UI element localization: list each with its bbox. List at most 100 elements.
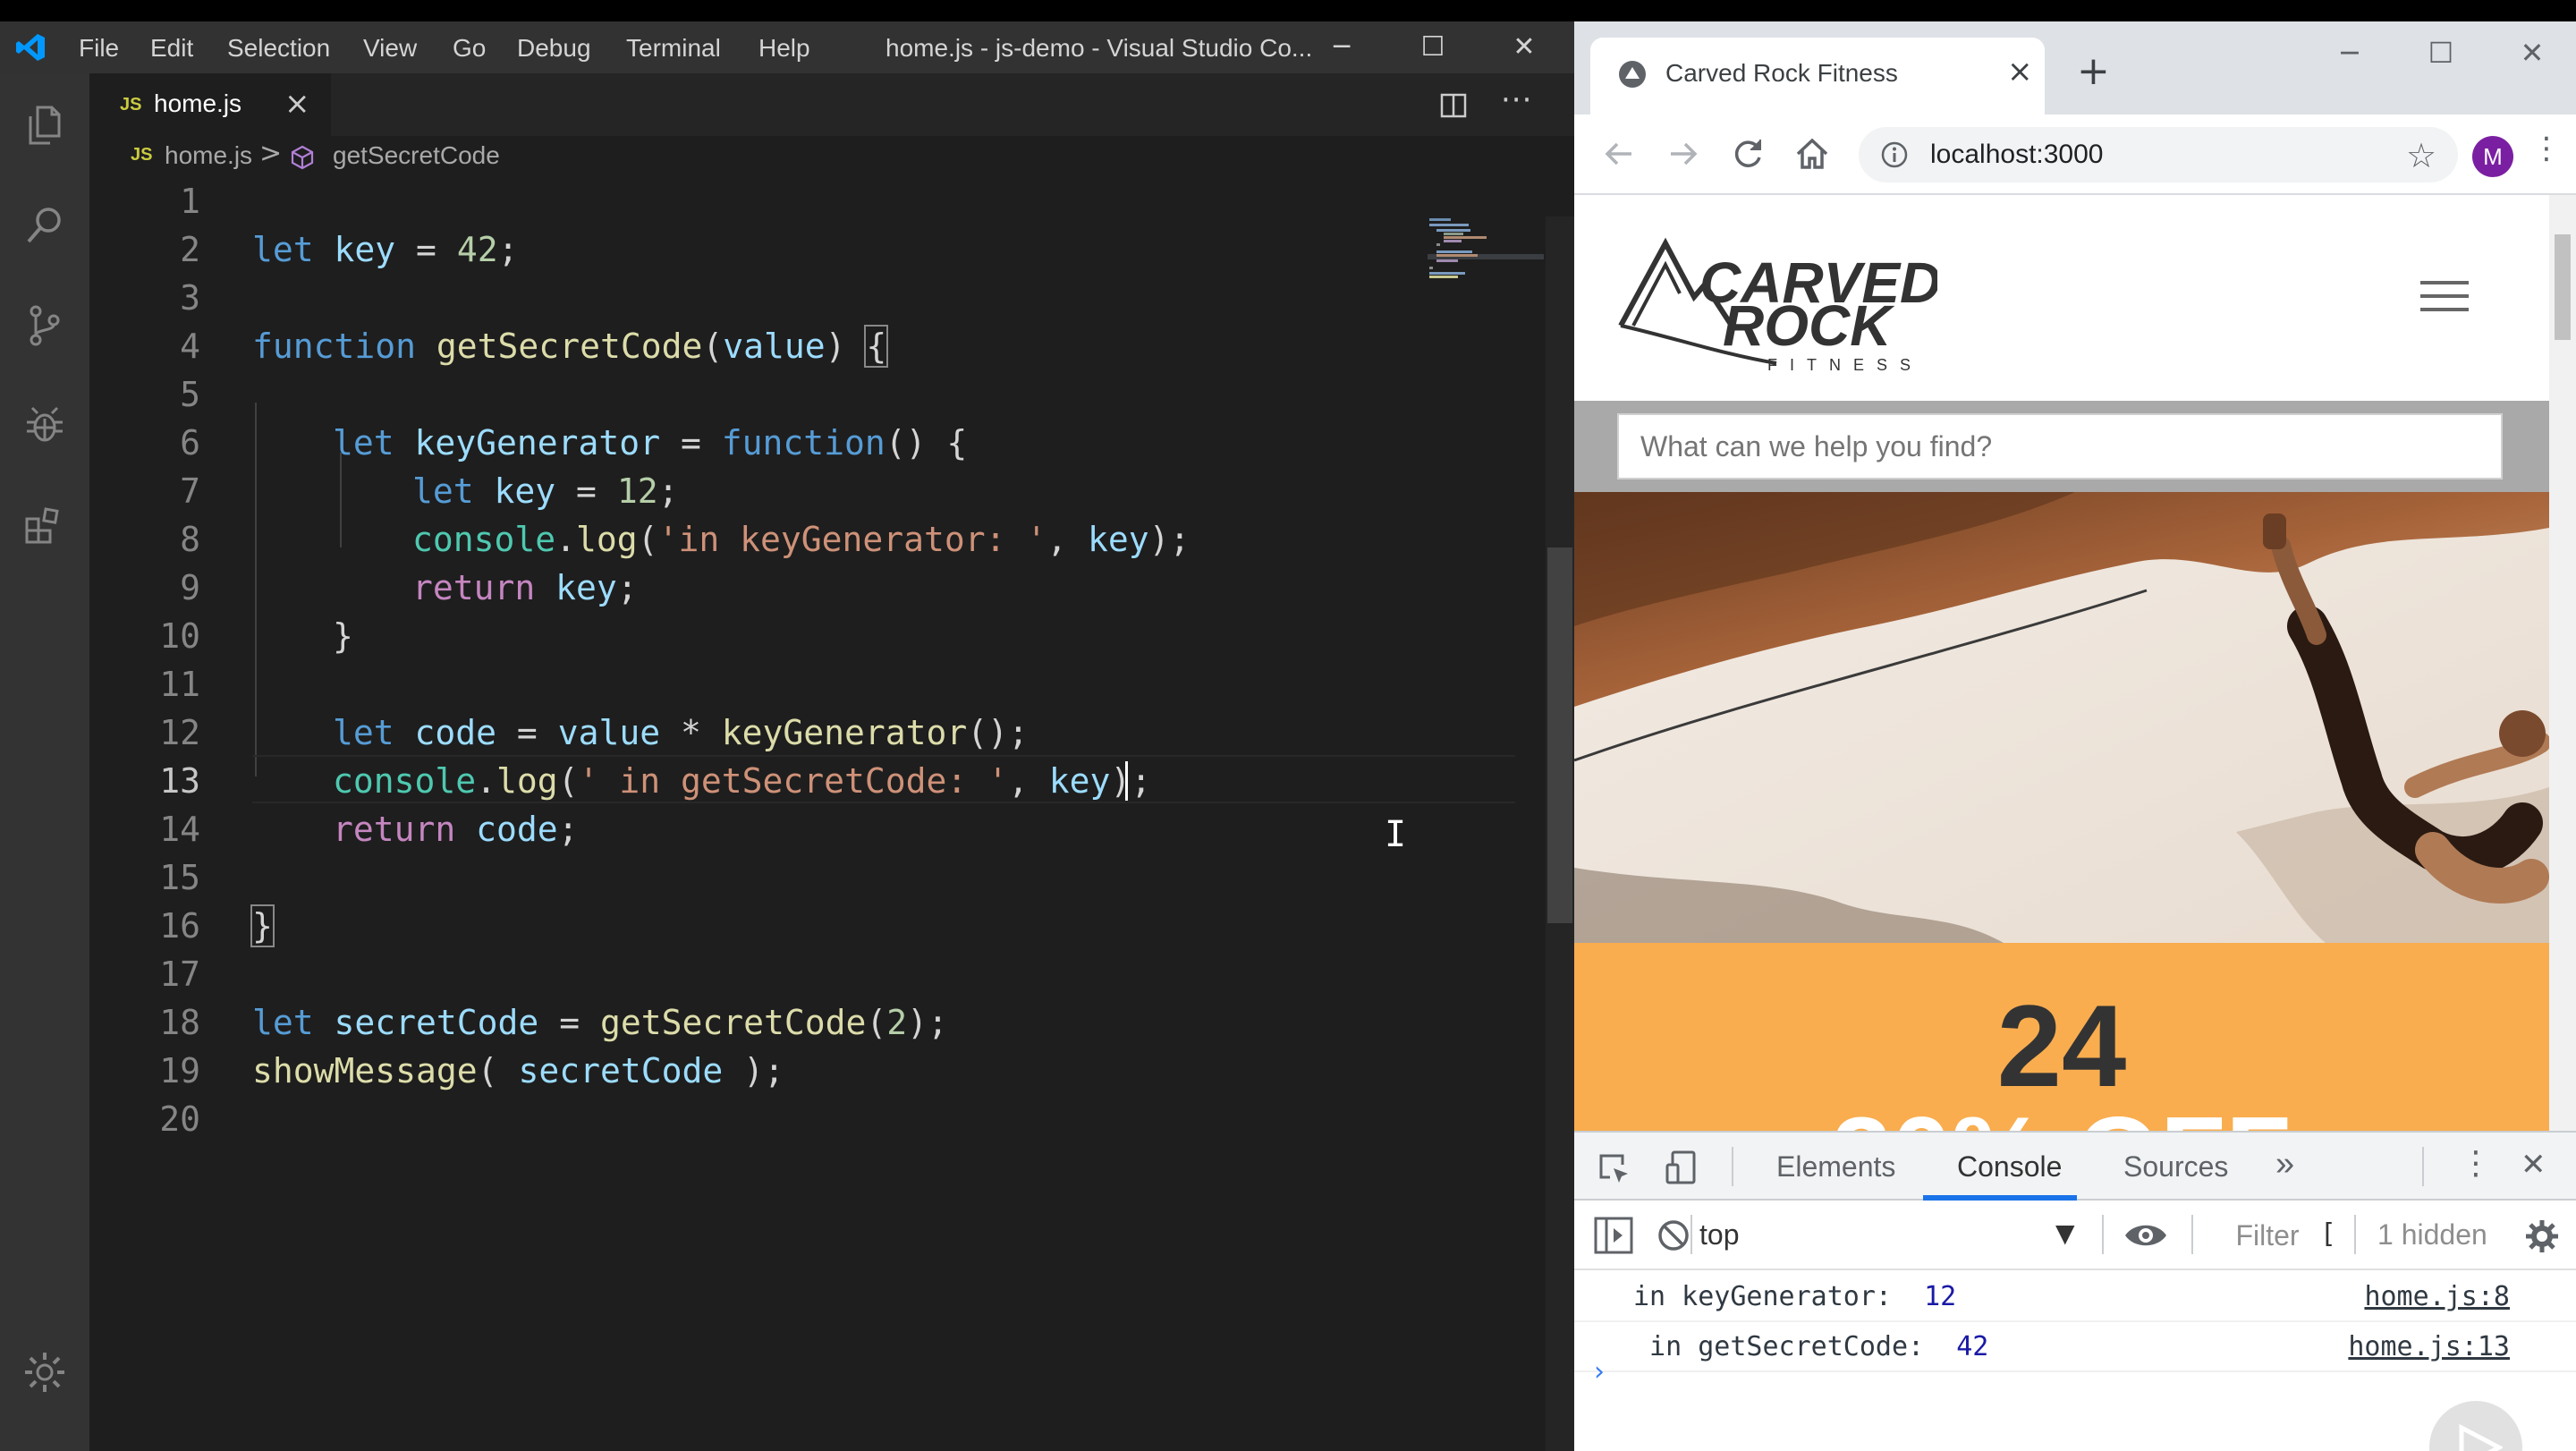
code-line-18: 18 let secretCode = getSecretCode(2);	[89, 998, 1431, 1047]
window-title: home.js - js-demo - Visual Studio Co...	[886, 34, 1313, 62]
minimize-icon[interactable]: ─	[2309, 30, 2390, 75]
bookmark-star-icon[interactable]: ☆	[2406, 136, 2436, 175]
token-number: 2	[886, 1003, 908, 1042]
split-editor-icon[interactable]	[1440, 93, 1467, 118]
more-tabs-icon[interactable]: »	[2275, 1145, 2294, 1184]
token-function: getSecretCode	[436, 327, 703, 366]
scrollbar-thumb[interactable]	[1547, 547, 1572, 923]
inspect-element-icon[interactable]	[1596, 1150, 1631, 1186]
page-scrollbar[interactable]	[2549, 195, 2576, 1131]
menu-terminal[interactable]: Terminal	[626, 34, 721, 63]
menu-view[interactable]: View	[363, 34, 417, 63]
browser-tab[interactable]: Carved Rock Fitness ×	[1590, 38, 2045, 115]
console-prompt[interactable]: ›	[1594, 1356, 1605, 1387]
address-bar[interactable]: localhost:3000 ☆	[1859, 127, 2458, 182]
tab-close-icon[interactable]: ×	[284, 86, 310, 122]
context-select[interactable]: top	[1699, 1218, 1739, 1252]
menu-help[interactable]: Help	[758, 34, 810, 63]
console-source-link[interactable]: home.js:13	[2348, 1322, 2510, 1372]
scrollbar-thumb[interactable]	[2555, 234, 2571, 340]
toolbar-divider	[1732, 1147, 1733, 1186]
tab-sources[interactable]: Sources	[2123, 1150, 2228, 1184]
console-source-link[interactable]: home.js:8	[2364, 1272, 2510, 1322]
maximize-icon[interactable]: ☐	[1397, 27, 1469, 68]
menu-debug[interactable]: Debug	[517, 34, 591, 63]
menu-edit[interactable]: Edit	[150, 34, 193, 63]
chrome-menu-icon[interactable]: ⋮	[2531, 131, 2562, 166]
tab-home-js[interactable]: JS home.js ×	[89, 73, 331, 136]
bracket-match: {	[864, 325, 889, 368]
explorer-icon[interactable]	[20, 100, 70, 150]
code-text: let secretCode = getSecretCode(2);	[252, 998, 948, 1047]
dropdown-arrow-icon[interactable]: ▼	[2055, 1218, 2075, 1248]
token-punct: )	[825, 327, 867, 366]
code-line-19: 19 showMessage( secretCode );	[89, 1047, 1431, 1095]
token-number: 42	[456, 230, 498, 269]
svg-text:FITNESS: FITNESS	[1767, 356, 1923, 374]
menu-selection[interactable]: Selection	[227, 34, 330, 63]
token-variable: key	[494, 471, 556, 511]
code-text: function getSecretCode(value) {	[252, 322, 889, 370]
tab-console[interactable]: Console	[1957, 1150, 2062, 1184]
line-number: 18	[159, 1003, 200, 1042]
carved-rock-logo[interactable]: CARVED ROCK FITNESS	[1615, 220, 1937, 374]
token-variable: code	[476, 810, 558, 849]
reload-icon[interactable]	[1728, 134, 1767, 174]
close-window-icon[interactable]: ✕	[1488, 27, 1560, 68]
code-editor[interactable]: 1 2 let key = 42; 3 4 function getSecretCo…	[89, 177, 1547, 1451]
hero-climber-image	[1574, 492, 2549, 943]
info-icon[interactable]	[1880, 140, 1909, 169]
extensions-icon[interactable]	[20, 501, 70, 551]
forward-icon[interactable]	[1664, 134, 1703, 174]
menu-file[interactable]: File	[79, 34, 119, 63]
console-filter-input[interactable]: Filter	[2218, 1208, 2317, 1263]
line-number: 14	[159, 810, 200, 849]
home-icon[interactable]	[1792, 134, 1832, 174]
tab-close-icon[interactable]: ×	[2007, 54, 2033, 89]
source-control-icon[interactable]	[20, 301, 70, 351]
code-line-12: 12 let code = value * keyGenerator();	[89, 709, 1431, 757]
minimap[interactable]	[1428, 216, 1544, 297]
url-text[interactable]: localhost:3000	[1930, 140, 2103, 170]
breadcrumb-file[interactable]: home.js	[165, 141, 252, 170]
close-window-icon[interactable]: ✕	[2492, 30, 2572, 75]
profile-avatar[interactable]: M	[2472, 136, 2513, 177]
token-punct: ;	[657, 471, 679, 511]
tab-elements[interactable]: Elements	[1776, 1150, 1895, 1184]
token-punct: .	[555, 520, 577, 559]
live-expression-eye-icon[interactable]	[2123, 1220, 2168, 1251]
editor-scrollbar[interactable]	[1546, 216, 1574, 1451]
back-icon[interactable]	[1599, 134, 1639, 174]
devtools-close-icon[interactable]: ✕	[2521, 1147, 2546, 1183]
code-line-9: 9 return key;	[89, 564, 1431, 612]
favicon-icon	[1619, 61, 1646, 88]
menu-go[interactable]: Go	[453, 34, 486, 63]
new-tab-button[interactable]: +	[2077, 48, 2110, 94]
token-number: 12	[616, 471, 658, 511]
settings-gear-icon[interactable]	[20, 1347, 70, 1397]
code-line-8: 8 console.log('in keyGenerator: ', key);	[89, 515, 1431, 564]
console-settings-gear-icon[interactable]	[2524, 1218, 2560, 1254]
console-text: in keyGenerator: 12	[1633, 1272, 1956, 1322]
line-number: 16	[159, 906, 200, 946]
toolbar-divider	[1690, 1215, 1692, 1254]
clear-console-icon[interactable]	[1657, 1218, 1690, 1252]
minimize-icon[interactable]: ─	[1306, 27, 1377, 68]
sidebar-toggle-icon[interactable]	[1594, 1217, 1633, 1254]
token-function: showMessage	[252, 1051, 478, 1090]
token-variable: key	[555, 568, 617, 607]
device-toolbar-icon[interactable]	[1664, 1149, 1701, 1186]
code-text: let code = value * keyGenerator();	[333, 709, 1029, 757]
hamburger-menu-icon[interactable]	[2420, 281, 2469, 311]
site-search-input[interactable]	[1617, 413, 2503, 479]
more-actions-icon[interactable]: ···	[1501, 82, 1532, 118]
debug-icon[interactable]	[20, 401, 70, 451]
devtools-menu-icon[interactable]: ⋮	[2460, 1145, 2492, 1182]
video-play-overlay[interactable]	[2429, 1401, 2522, 1451]
maximize-icon[interactable]: ☐	[2401, 30, 2481, 75]
log-levels-select[interactable]: [	[2324, 1218, 2334, 1250]
search-icon[interactable]	[20, 200, 70, 250]
breadcrumb-symbol[interactable]: getSecretCode	[333, 141, 500, 170]
